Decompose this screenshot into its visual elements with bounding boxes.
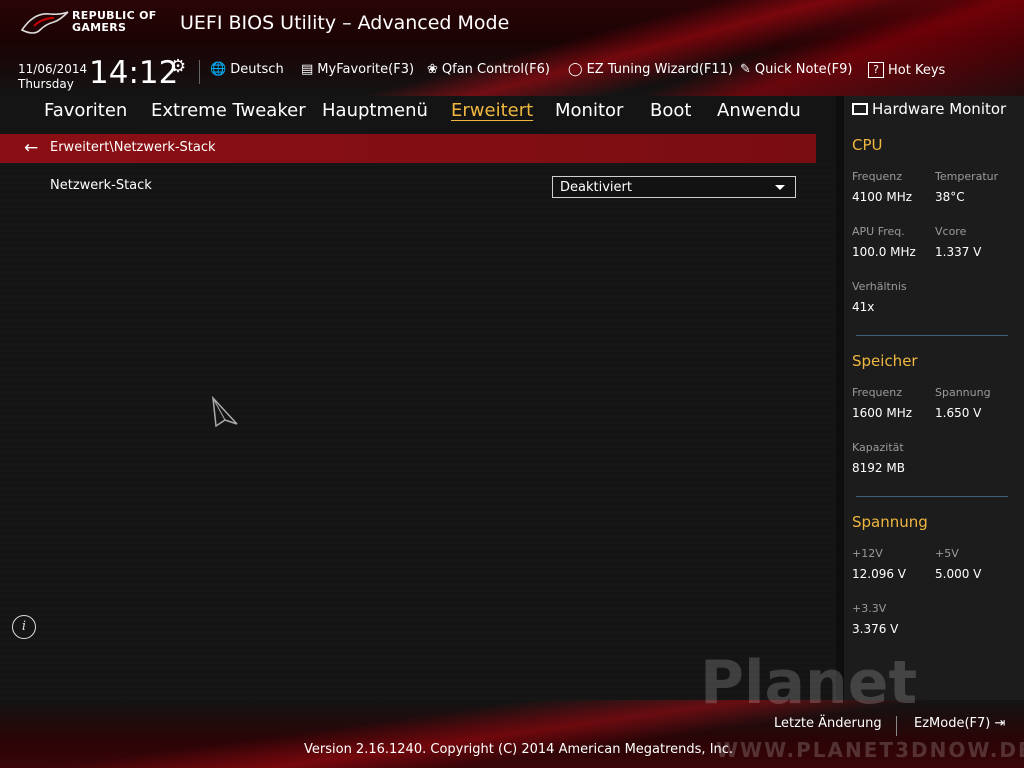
memory-divider [856,496,1008,497]
mem-freq-value: 1600 MHz [852,406,913,420]
breadcrumb: ← Erweitert\Netzwerk-Stack [0,134,816,163]
v12-label: +12V [852,547,883,560]
exit-arrow-icon: ⇥ [994,716,1006,731]
tab-anwendung[interactable]: Anwendu [717,100,801,121]
memory-heading: Speicher [852,352,918,370]
vcore-value: 1.337 V [935,245,982,259]
ez-tuning-wizard-button[interactable]: ◯ EZ Tuning Wizard(F11) [568,62,733,77]
cpu-freq-label: Frequenz [852,170,903,183]
version-text: Version 2.16.1240. Copyright (C) 2014 Am… [304,742,734,757]
day-display: Thursday [18,77,74,91]
ratio-label: Verhältnis [852,280,907,293]
watermark-logo: Planet [700,648,918,718]
v33-label: +3.3V [852,602,887,615]
toolbar-divider [199,60,200,84]
cpu-temp-label: Temperatur [935,170,999,183]
tab-erweitert[interactable]: Erweitert [451,100,533,121]
mem-cap-value: 8192 MB [852,461,905,475]
rog-logo-icon [20,11,69,34]
ratio-value: 41x [852,300,875,314]
vcore-label: Vcore [935,225,967,238]
tab-extreme-tweaker[interactable]: Extreme Tweaker [151,100,306,121]
tab-monitor[interactable]: Monitor [555,100,623,121]
monitor-icon [852,103,868,115]
info-icon[interactable]: i [12,615,36,639]
app-title: UEFI BIOS Utility – Advanced Mode [180,12,510,34]
apu-freq-value: 100.0 MHz [852,245,916,259]
netzwerk-stack-value: Deaktiviert [560,180,632,195]
hardware-monitor-label: Hardware Monitor [872,100,1007,118]
v5-label: +5V [935,547,959,560]
help-icon: ? [868,62,884,78]
cpu-freq-value: 4100 MHz [852,190,913,204]
clock-display: 14:12 [89,55,179,91]
lightbulb-icon: ◯ [568,62,583,77]
qfan-label: Qfan Control(F6) [441,62,550,77]
date-display: 11/06/2014 [18,62,88,76]
gear-icon[interactable]: ⚙ [170,56,186,77]
hardware-monitor-title: Hardware Monitor [852,100,1006,118]
mem-volt-label: Spannung [935,386,991,399]
mem-freq-label: Frequenz [852,386,903,399]
tab-hauptmenu[interactable]: Hauptmenü [322,100,428,121]
v33-value: 3.376 V [852,622,899,636]
quick-note-label: Quick Note(F9) [754,62,853,77]
netzwerk-stack-select[interactable]: Deaktiviert [552,176,796,198]
v12-value: 12.096 V [852,567,907,581]
ezmode-label: EzMode(F7) [914,716,991,731]
myfavorite-button[interactable]: ▤ MyFavorite(F3) [301,62,414,77]
v5-value: 5.000 V [935,567,982,581]
mem-cap-label: Kapazität [852,441,904,454]
globe-icon: 🌐 [210,62,227,77]
quick-note-button[interactable]: ✎ Quick Note(F9) [740,62,852,77]
apu-freq-label: APU Freq. [852,225,905,238]
myfavorite-label: MyFavorite(F3) [317,62,415,77]
watermark-url: WWW.PLANET3DNOW.DE [716,738,1024,762]
ezmode-button[interactable]: EzMode(F7) ⇥ [914,716,1005,731]
cpu-temp-value: 38°C [935,190,965,204]
brand-name: REPUBLIC OF GAMERS [72,10,157,34]
ez-tuning-label: EZ Tuning Wizard(F11) [586,62,733,77]
mem-volt-value: 1.650 V [935,406,982,420]
panel-divider [836,96,844,706]
note-icon: ✎ [740,62,751,77]
language-button[interactable]: 🌐 Deutsch [210,62,284,77]
last-change-button[interactable]: Letzte Änderung [774,716,882,731]
cpu-heading: CPU [852,136,883,154]
footer-divider [896,716,897,736]
breadcrumb-path: Erweitert\Netzwerk-Stack [50,140,216,155]
mouse-cursor-icon [212,396,238,428]
brand-line-2: GAMERS [72,21,127,34]
tab-boot[interactable]: Boot [650,100,691,121]
main-content-area [0,163,836,703]
language-label: Deutsch [230,62,284,77]
qfan-control-button[interactable]: ❀ Qfan Control(F6) [427,62,550,77]
back-arrow-icon[interactable]: ← [24,138,38,158]
tab-favoriten[interactable]: Favoriten [44,100,127,121]
hot-keys-label: Hot Keys [888,62,946,78]
fan-icon: ❀ [427,62,438,77]
voltage-heading: Spannung [852,513,928,531]
cpu-divider [856,335,1008,336]
favorite-list-icon: ▤ [301,62,314,77]
netzwerk-stack-label: Netzwerk-Stack [50,178,152,193]
chevron-down-icon [775,185,785,190]
hot-keys-button[interactable]: ? Hot Keys [868,62,945,78]
